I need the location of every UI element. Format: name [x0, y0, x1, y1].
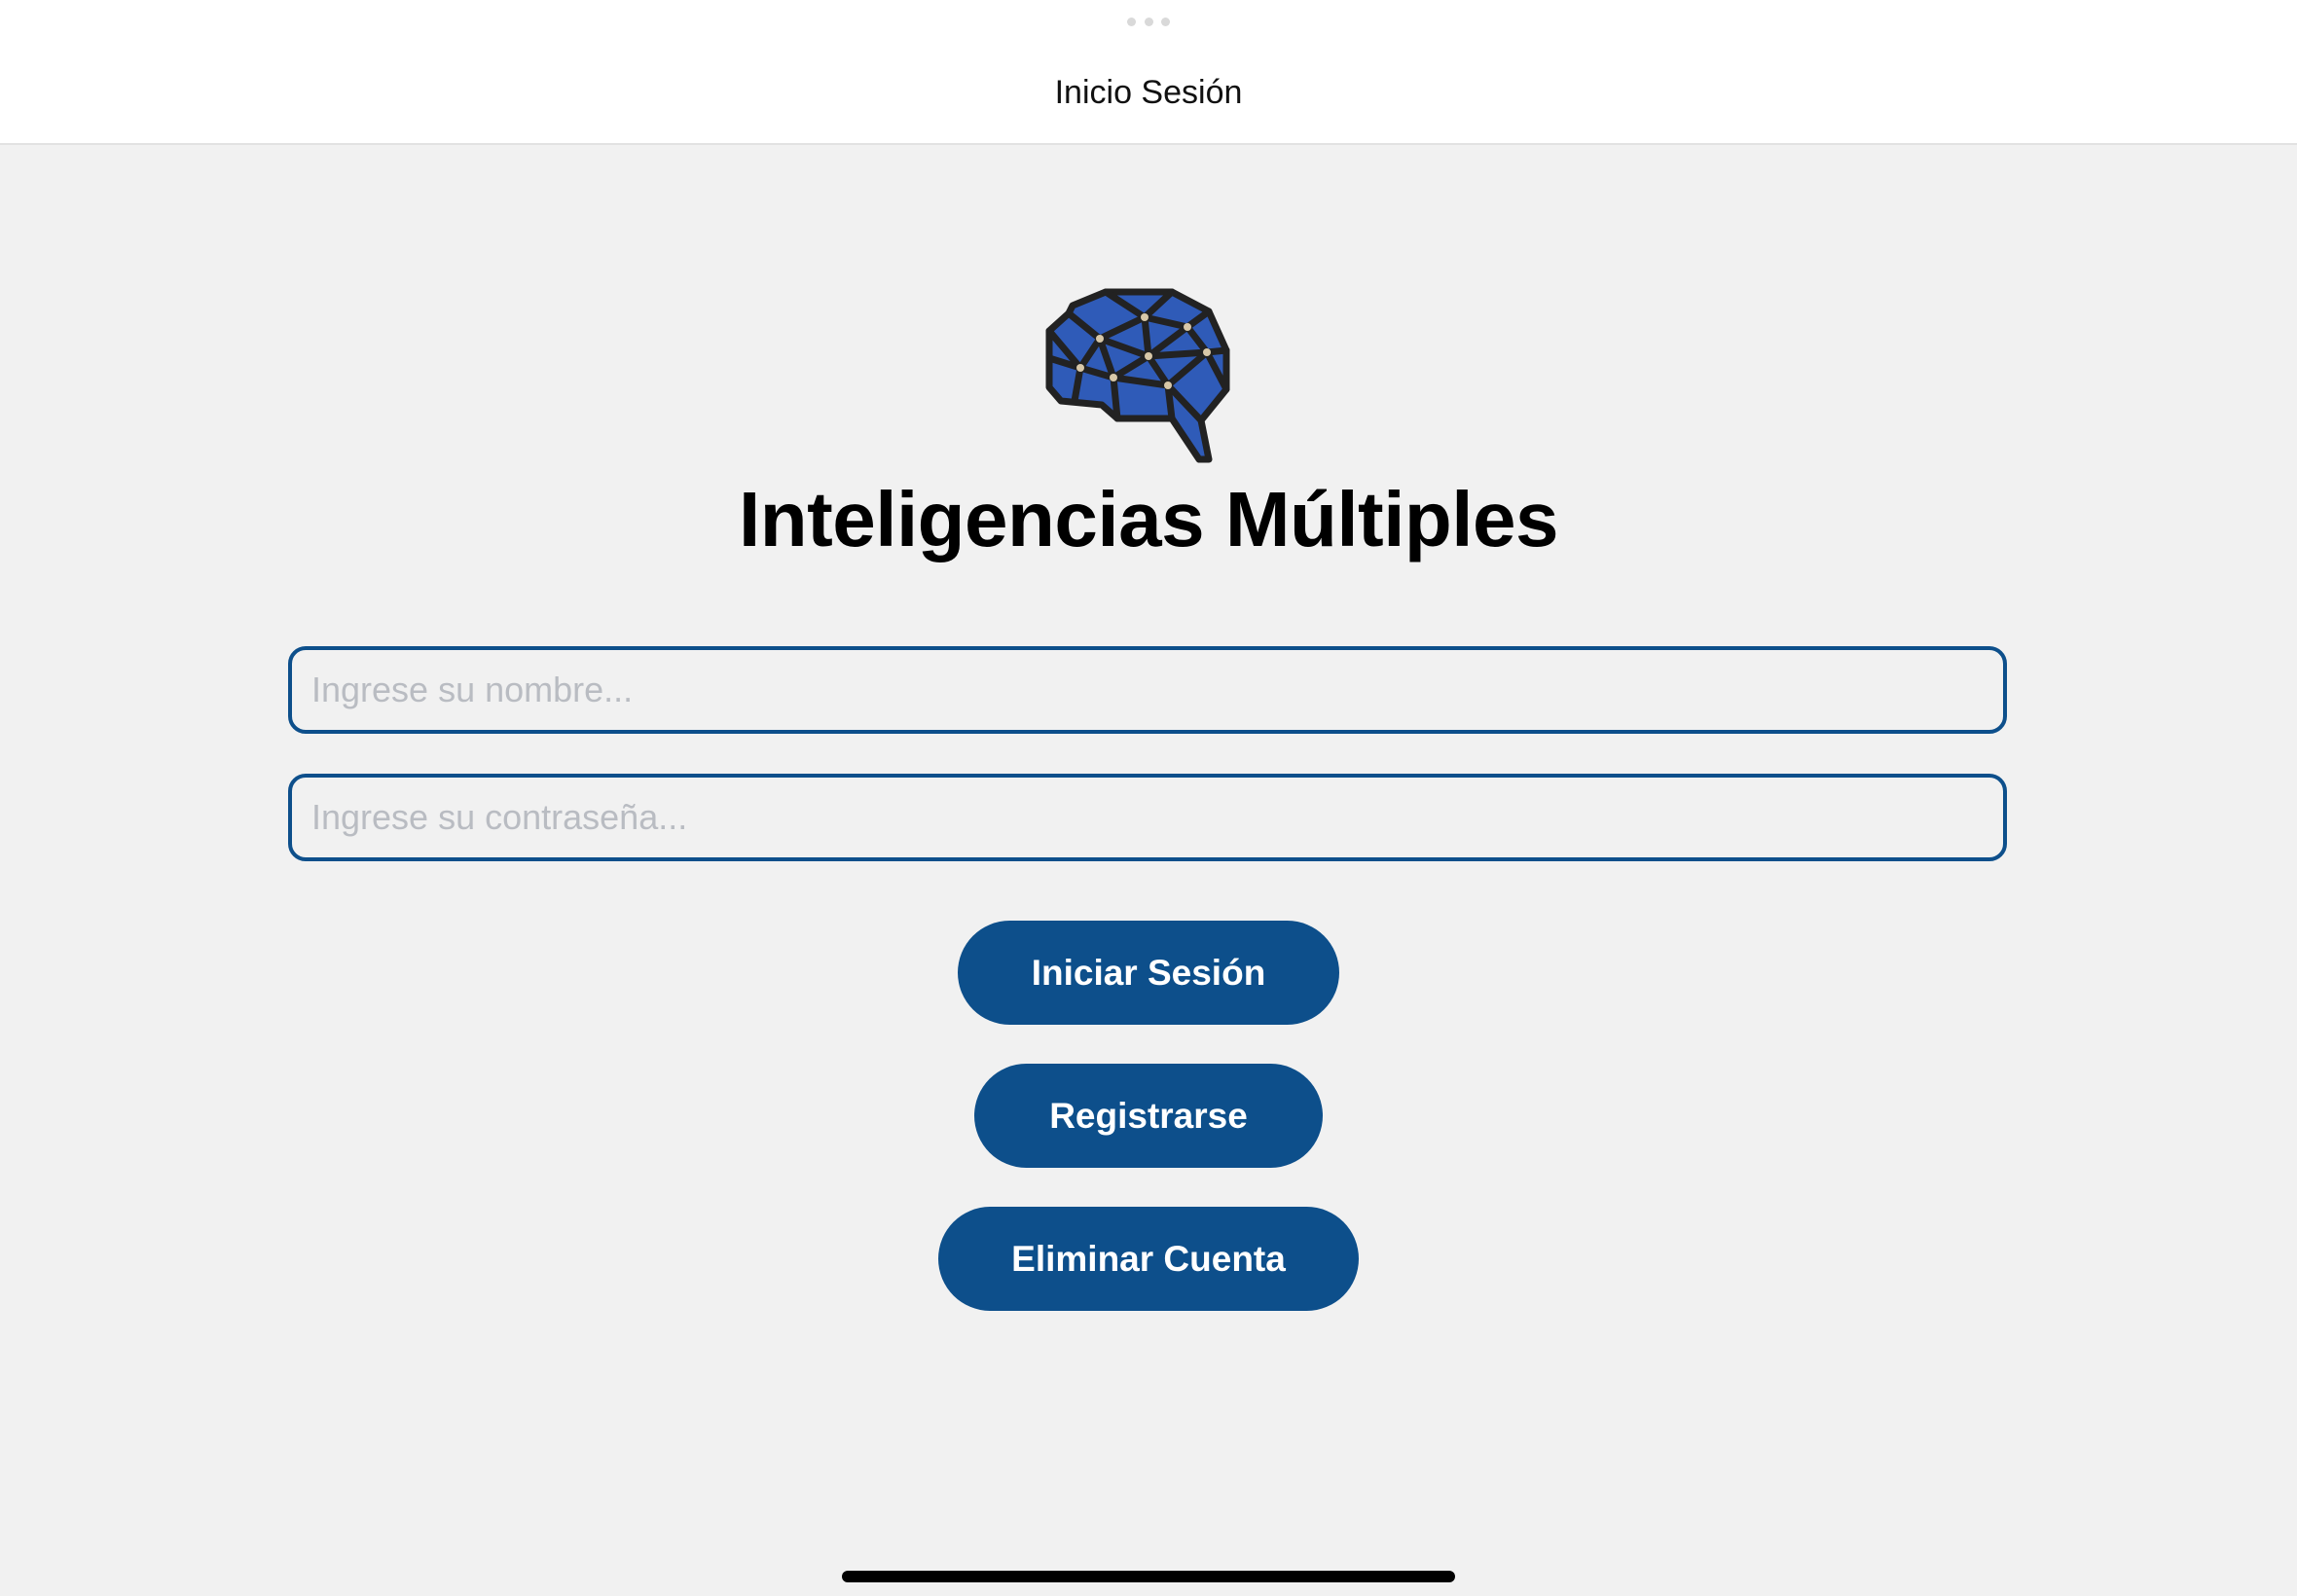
- navigation-bar: Inicio Sesión: [0, 0, 2297, 145]
- multitasking-dots-icon[interactable]: [1127, 18, 1170, 27]
- login-button[interactable]: Iniciar Sesión: [958, 921, 1339, 1025]
- password-input[interactable]: [288, 774, 2007, 861]
- name-input[interactable]: [288, 646, 2007, 734]
- app-title: Inteligencias Múltiples: [738, 476, 1559, 562]
- nav-title: Inicio Sesión: [1054, 74, 1243, 111]
- home-indicator[interactable]: [842, 1571, 1455, 1582]
- login-screen: Inicio Sesión Inteligencias Múltiples In…: [0, 0, 2297, 1596]
- register-button[interactable]: Registrarse: [974, 1064, 1323, 1168]
- brain-network-icon: [1045, 288, 1230, 463]
- delete-account-button[interactable]: Eliminar Cuenta: [938, 1207, 1359, 1311]
